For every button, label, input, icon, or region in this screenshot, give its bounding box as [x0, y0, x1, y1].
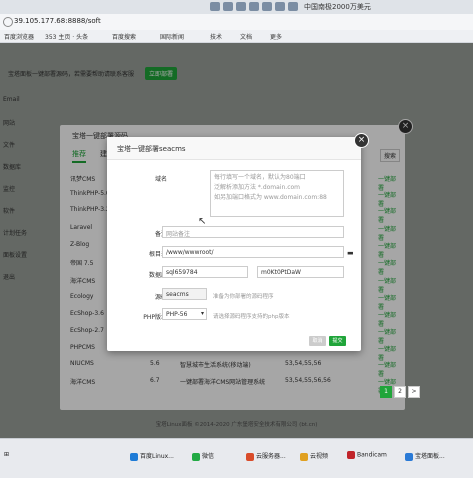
bookmark-item[interactable]: 百度浏览器 — [4, 32, 34, 41]
db-password-input[interactable]: m0Kt0PtDaW — [257, 266, 344, 278]
remark-label: 备注 — [154, 231, 167, 238]
submit-button[interactable]: 提交 — [329, 336, 346, 346]
tab-icon[interactable] — [249, 2, 259, 11]
page-footer: 宝塔Linux面板 ©2014-2020 广东堡塔安全技术有限公司 (bt.cn… — [155, 422, 318, 428]
chevron-down-icon: ▾ — [200, 310, 204, 317]
taskbar-item[interactable]: 微信 — [192, 451, 214, 463]
mouse-cursor-icon: ↖ — [198, 216, 207, 227]
source-input: seacms — [162, 288, 207, 300]
dialog-title: 宝塔一键部署seacms — [117, 145, 186, 153]
browser-tab-bar: 中国南极2000万美元 — [0, 0, 473, 14]
php-select[interactable]: PHP-56 ▾ — [162, 308, 207, 320]
taskbar: ⊞ 百度Linux... 微信 云服务器... 云视频 Bandicam 宝塔面… — [0, 438, 473, 478]
taskbar-item[interactable]: 云服务器... — [246, 451, 286, 463]
source-hint: 准备为你部署的源码程序 — [213, 294, 274, 300]
close-icon[interactable]: × — [354, 133, 369, 148]
db-user-input[interactable]: sql659784 — [162, 266, 248, 278]
tab-icon[interactable] — [262, 2, 272, 11]
bookmark-bar: 百度浏览器 353 主页 · 头条 百度搜索 国际新闻 技术 文档 更多 — [0, 30, 473, 43]
taskbar-item-label: 宝塔面板... — [415, 453, 445, 460]
page-button[interactable]: 1 — [380, 386, 392, 398]
pinned-tab-icons — [210, 2, 298, 11]
taskbar-item-label: 百度Linux... — [140, 453, 174, 460]
tab-icon[interactable] — [288, 2, 298, 11]
taskbar-item[interactable]: Bandicam — [347, 451, 387, 463]
php-select-value: PHP-56 — [166, 311, 188, 318]
app-icon — [246, 452, 254, 461]
taskbar-item-label: Bandicam — [357, 451, 387, 459]
address-bar[interactable]: 39.105.177.68:8888/soft — [0, 14, 473, 31]
domain-textarea[interactable]: 每行填写一个域名，默认为80端口 泛解析添加方法 *.domain.com 如另… — [210, 170, 344, 217]
php-label: PHP版本 — [143, 314, 167, 321]
page-next-button[interactable]: > — [408, 386, 420, 398]
taskbar-item[interactable]: 云视频 — [300, 451, 328, 463]
bookmark-item[interactable]: 文档 — [240, 32, 252, 41]
dialog-header: 宝塔一键部署seacms — [107, 137, 361, 160]
domain-label: 域名 — [154, 176, 167, 183]
pagination: 1 2 > — [380, 386, 420, 398]
taskbar-item-label: 云服务器... — [256, 453, 286, 460]
root-label: 根目录 — [148, 251, 167, 258]
bookmark-item[interactable]: 国际新闻 — [160, 32, 184, 41]
remark-input[interactable]: 网站备注 — [162, 226, 344, 238]
app-icon — [300, 452, 308, 461]
start-icon[interactable]: ⊞ — [4, 451, 9, 463]
tab-icon[interactable] — [223, 2, 233, 11]
php-hint: 请选择源码程序支持的php版本 — [213, 314, 290, 320]
app-icon — [405, 452, 413, 461]
app-icon — [130, 452, 138, 461]
taskbar-item-label: 微信 — [202, 453, 215, 460]
app-icon — [347, 451, 355, 459]
refresh-icon[interactable] — [3, 17, 13, 27]
database-label: 数据库 — [148, 272, 167, 279]
taskbar-item-label: 云视频 — [310, 453, 329, 460]
bookmark-item[interactable]: 技术 — [210, 32, 222, 41]
tab-icon[interactable] — [275, 2, 285, 11]
taskbar-item[interactable]: 百度Linux... — [130, 451, 174, 463]
tab-icon[interactable] — [210, 2, 220, 11]
page-button[interactable]: 2 — [394, 386, 406, 398]
bookmark-item[interactable]: 百度搜索 — [112, 32, 136, 41]
tab-icon[interactable] — [236, 2, 246, 11]
news-badge[interactable]: 中国南极2000万美元 — [304, 2, 371, 12]
source-label: 源码 — [154, 294, 167, 301]
taskbar-item[interactable]: 宝塔面板... — [405, 451, 445, 463]
folder-icon[interactable]: ▬ — [347, 249, 354, 257]
address-text[interactable]: 39.105.177.68:8888/soft — [14, 17, 101, 25]
deploy-dialog: 宝塔一键部署seacms × 域名 每行填写一个域名，默认为80端口 泛解析添加… — [107, 133, 369, 351]
app-icon — [192, 452, 200, 461]
root-input[interactable]: /www/wwwroot/ — [162, 246, 344, 258]
bookmark-item[interactable]: 更多 — [270, 32, 282, 41]
cancel-button[interactable]: 取消 — [309, 336, 326, 346]
bookmark-item[interactable]: 353 主页 · 头条 — [45, 32, 88, 41]
